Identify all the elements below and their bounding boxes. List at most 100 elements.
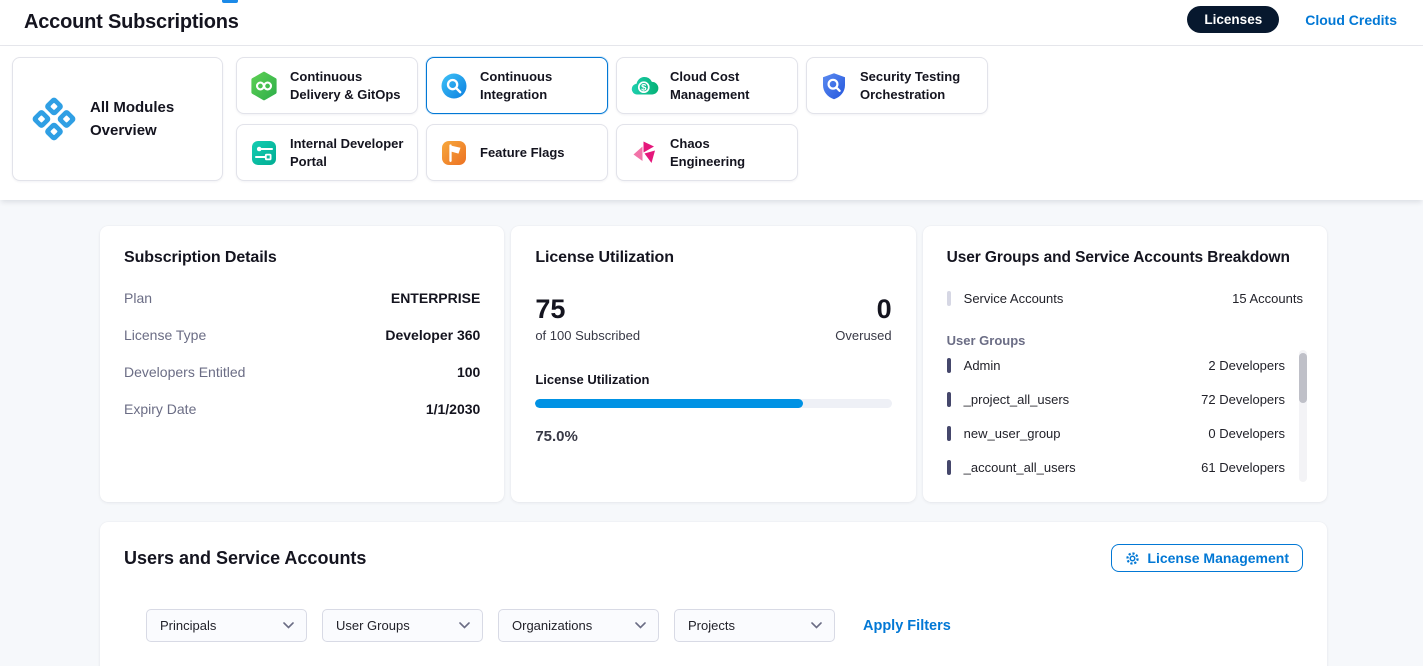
user-group-value: 61 Developers	[1201, 460, 1285, 475]
page-header: Account Subscriptions Licenses Cloud Cre…	[0, 0, 1423, 46]
licenses-tab[interactable]: Licenses	[1187, 6, 1279, 33]
module-label: Continuous Delivery & GitOps	[290, 68, 407, 104]
dropdown-label: Projects	[688, 618, 735, 633]
module-card-feature-flags[interactable]: Feature Flags	[426, 124, 608, 181]
svg-text:$: $	[641, 82, 647, 93]
idp-icon	[249, 138, 279, 168]
breakdown-card: User Groups and Service Accounts Breakdo…	[923, 226, 1327, 502]
module-card-ci[interactable]: Continuous Integration	[426, 57, 608, 114]
used-count-block: 75 of 100 Subscribed	[535, 295, 640, 343]
module-grid: Continuous Delivery & GitOps Internal De…	[236, 57, 988, 181]
principals-filter-dropdown[interactable]: Principals	[146, 609, 307, 642]
users-section-title: Users and Service Accounts	[124, 548, 366, 569]
module-selector-band: All Modules Overview Continuous Delivery…	[0, 46, 1423, 200]
utilization-bar-track	[535, 399, 891, 408]
module-card-cd-gitops[interactable]: Continuous Delivery & GitOps	[236, 57, 418, 114]
user-group-name: _account_all_users	[964, 460, 1076, 475]
user-group-value: 0 Developers	[1208, 426, 1285, 441]
chevron-down-icon	[459, 622, 470, 629]
detail-label: License Type	[124, 327, 206, 343]
user-group-row: new_user_group 0 Developers	[947, 416, 1285, 450]
overused-count: 0	[835, 295, 891, 325]
module-label: Continuous Integration	[480, 68, 597, 104]
user-group-marker	[947, 392, 951, 407]
user-group-row: Admin 2 Developers	[947, 348, 1285, 382]
utilization-bar-label: License Utilization	[535, 372, 891, 387]
license-utilization-title: License Utilization	[535, 249, 891, 267]
subscription-details-card: Subscription Details Plan ENTERPRISE Lic…	[100, 226, 504, 502]
service-accounts-value: 15 Accounts	[1232, 291, 1303, 306]
page-title: Account Subscriptions	[24, 11, 239, 34]
all-modules-overview-label: All Modules Overview	[90, 96, 208, 143]
chevron-down-icon	[811, 622, 822, 629]
service-accounts-label: Service Accounts	[964, 291, 1064, 306]
chevron-down-icon	[635, 622, 646, 629]
organizations-filter-dropdown[interactable]: Organizations	[498, 609, 659, 642]
service-accounts-row: Service Accounts 15 Accounts	[947, 291, 1303, 306]
projects-filter-dropdown[interactable]: Projects	[674, 609, 835, 642]
breadcrumb-fragment	[222, 0, 238, 3]
utilization-percent: 75.0%	[535, 428, 891, 445]
used-caption: of 100 Subscribed	[535, 328, 640, 343]
all-modules-icon	[31, 96, 77, 142]
module-label: Chaos Engineering	[670, 135, 787, 171]
detail-row-plan: Plan ENTERPRISE	[124, 290, 480, 306]
detail-label: Developers Entitled	[124, 364, 245, 380]
license-utilization-card: License Utilization 75 of 100 Subscribed…	[511, 226, 915, 502]
users-section-header: Users and Service Accounts License Manag…	[124, 544, 1303, 572]
gear-icon	[1125, 551, 1140, 566]
module-card-ccm[interactable]: $ Cloud Cost Management	[616, 57, 798, 114]
ci-icon	[439, 71, 469, 101]
detail-label: Expiry Date	[124, 401, 196, 417]
subscription-details-title: Subscription Details	[124, 249, 480, 267]
feature-flags-icon	[439, 138, 469, 168]
user-groups-filter-dropdown[interactable]: User Groups	[322, 609, 483, 642]
user-group-marker	[947, 358, 951, 373]
overused-count-block: 0 Overused	[835, 295, 891, 343]
module-label: Security Testing Orchestration	[860, 68, 977, 104]
dropdown-label: Organizations	[512, 618, 592, 633]
service-accounts-marker	[947, 291, 951, 306]
module-label: Feature Flags	[480, 144, 565, 162]
chevron-down-icon	[283, 622, 294, 629]
stats-row: Subscription Details Plan ENTERPRISE Lic…	[100, 226, 1327, 502]
license-management-label: License Management	[1147, 550, 1289, 566]
detail-label: Plan	[124, 290, 152, 306]
detail-value: 1/1/2030	[426, 401, 481, 417]
users-and-service-accounts-card: Users and Service Accounts License Manag…	[100, 522, 1327, 666]
detail-row-expiry-date: Expiry Date 1/1/2030	[124, 401, 480, 417]
main-content: Subscription Details Plan ENTERPRISE Lic…	[0, 200, 1423, 666]
detail-value: 100	[457, 364, 480, 380]
user-groups-list[interactable]: Admin 2 Developers _project_all_users 72…	[947, 348, 1303, 484]
module-card-sto[interactable]: Security Testing Orchestration	[806, 57, 988, 114]
user-group-row: _account_all_users 61 Developers	[947, 450, 1285, 484]
user-group-row: _project_all_users 72 Developers	[947, 382, 1285, 416]
dropdown-label: User Groups	[336, 618, 410, 633]
module-label: Internal Developer Portal	[290, 135, 407, 171]
user-groups-scrollbar[interactable]	[1299, 350, 1307, 482]
detail-row-license-type: License Type Developer 360	[124, 327, 480, 343]
header-tabs: Licenses Cloud Credits	[1187, 6, 1397, 33]
user-group-marker	[947, 426, 951, 441]
user-groups-subheading: User Groups	[947, 333, 1303, 348]
license-management-button[interactable]: License Management	[1111, 544, 1303, 572]
apply-filters-link[interactable]: Apply Filters	[863, 618, 951, 634]
module-card-chaos[interactable]: Chaos Engineering	[616, 124, 798, 181]
scrollbar-thumb[interactable]	[1299, 353, 1307, 403]
dropdown-label: Principals	[160, 618, 216, 633]
overused-caption: Overused	[835, 328, 891, 343]
detail-value: ENTERPRISE	[391, 290, 480, 306]
cloud-credits-tab[interactable]: Cloud Credits	[1305, 12, 1397, 28]
module-card-idp[interactable]: Internal Developer Portal	[236, 124, 418, 181]
user-group-name: _project_all_users	[964, 392, 1070, 407]
sto-icon	[819, 71, 849, 101]
all-modules-overview-card[interactable]: All Modules Overview	[12, 57, 223, 181]
user-group-value: 2 Developers	[1208, 358, 1285, 373]
detail-value: Developer 360	[385, 327, 480, 343]
chaos-icon	[629, 138, 659, 168]
utilization-numbers: 75 of 100 Subscribed 0 Overused	[535, 295, 891, 343]
user-group-name: Admin	[964, 358, 1001, 373]
ccm-icon: $	[629, 71, 659, 101]
cd-gitops-icon	[249, 71, 279, 101]
subscription-detail-rows: Plan ENTERPRISE License Type Developer 3…	[124, 290, 480, 417]
